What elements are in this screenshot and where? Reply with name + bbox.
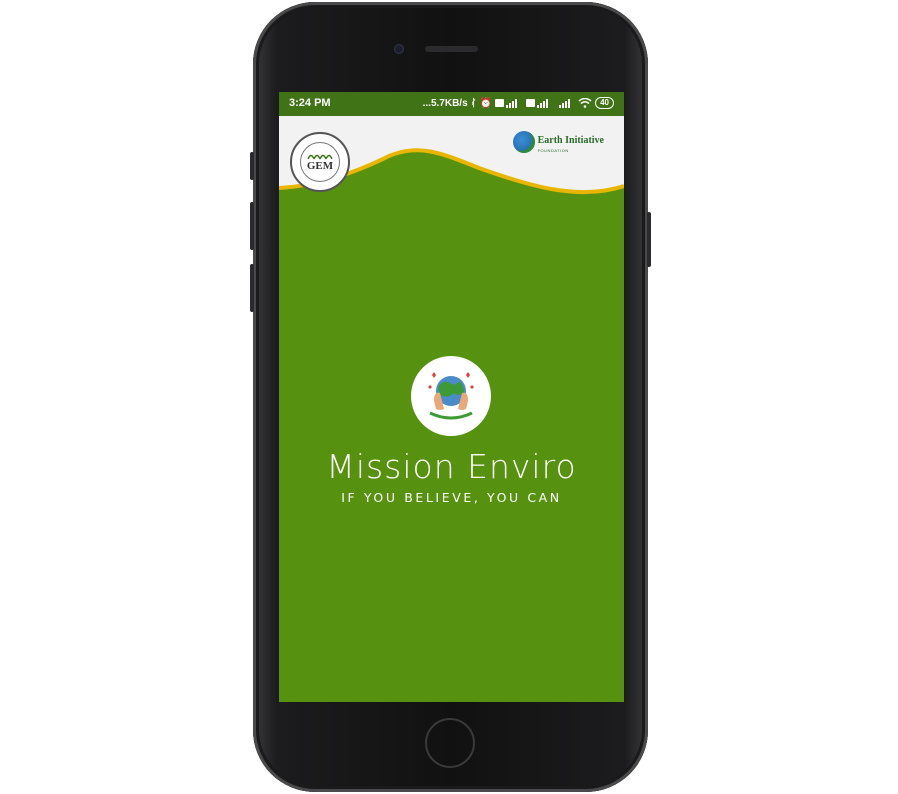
battery-icon: 40 [595,97,614,109]
hands-globe-icon [428,372,474,420]
signal-icon [495,99,518,108]
mute-switch [250,152,254,180]
power-button [647,212,651,267]
front-camera [394,44,404,54]
globe-icon [512,130,535,153]
home-button[interactable] [425,718,475,768]
gem-logo: GEM [290,132,350,192]
earth-logo-text: Earth Initiative [537,135,604,146]
gem-logo-text: GEM [306,160,334,172]
status-bar: 3:24 PM ...5.7KB/s ᚰ ⏰ 40 [279,92,624,116]
earth-initiative-logo: Earth Initiative FOUNDATION [512,130,604,153]
app-title: Mission Enviro [326,447,577,486]
phone-frame: 3:24 PM ...5.7KB/s ᚰ ⏰ 40 GEM Earth Init… [250,2,651,792]
status-time: 3:24 PM [289,97,331,109]
gem-logo-inner: GEM [300,142,340,182]
network-speed: ...5.7KB/s [422,97,468,109]
tree-icon [307,154,333,160]
app-tagline: IF YOU BELIEVE, YOU CAN [341,490,562,505]
bluetooth-icon: ᚰ [470,97,477,109]
volume-down-button [250,264,254,312]
app-screen: 3:24 PM ...5.7KB/s ᚰ ⏰ 40 GEM Earth Init… [279,92,624,702]
volume-up-button [250,202,254,250]
status-icons: ...5.7KB/s ᚰ ⏰ 40 [423,97,614,109]
alarm-icon: ⏰ [479,97,493,109]
signal-icon [526,99,549,108]
earpiece-speaker [425,46,478,52]
mission-enviro-logo [411,356,491,436]
earth-logo-sub: FOUNDATION [537,148,569,153]
wifi-icon [578,98,592,108]
signal-icon [559,99,571,108]
